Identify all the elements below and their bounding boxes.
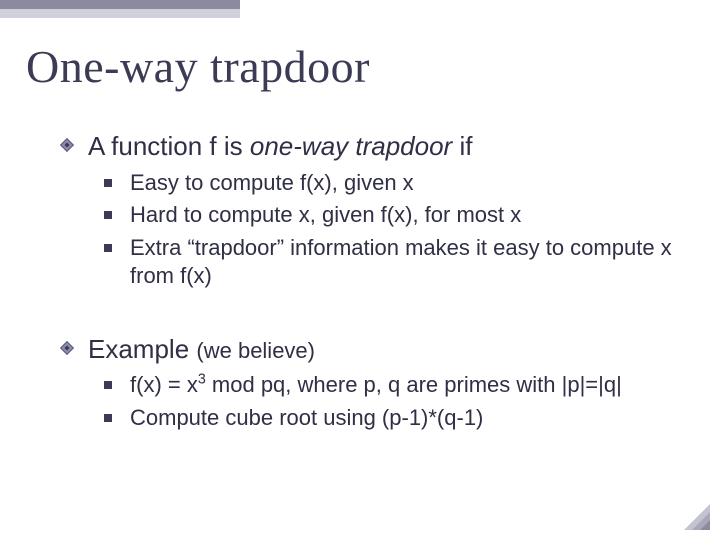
- square-icon: [104, 211, 112, 219]
- slide: One-way trapdoor A function f is one-way…: [0, 0, 720, 540]
- section2-lead: Example (we believe): [88, 333, 315, 366]
- section1-sublist: Easy to compute f(x), given x Hard to co…: [104, 169, 692, 291]
- top-accent-light: [0, 9, 240, 18]
- bullet-level1: A function f is one-way trapdoor if: [58, 130, 692, 163]
- square-icon: [104, 414, 112, 422]
- slide-body: A function f is one-way trapdoor if Easy…: [58, 120, 692, 437]
- section1-lead: A function f is one-way trapdoor if: [88, 130, 472, 163]
- section1-lead-post: if: [452, 131, 472, 161]
- section2-sublist: f(x) = x3 mod pq, where p, q are primes …: [104, 371, 692, 432]
- section2-lead-main: Example: [88, 334, 196, 364]
- section2-item-a-sup: 3: [198, 372, 206, 388]
- list-item: Extra “trapdoor” information makes it ea…: [104, 234, 692, 291]
- section2-item-a-post: mod pq, where p, q are primes with |p|=|…: [206, 372, 622, 397]
- diamond-icon: [58, 136, 76, 154]
- list-item: Easy to compute f(x), given x: [104, 169, 692, 198]
- bullet-level1: Example (we believe): [58, 333, 692, 366]
- list-item: Compute cube root using (p-1)*(q-1): [104, 404, 692, 433]
- square-icon: [104, 381, 112, 389]
- section1-lead-italic: one-way trapdoor: [250, 131, 452, 161]
- list-item: f(x) = x3 mod pq, where p, q are primes …: [104, 371, 692, 400]
- section2-lead-paren: (we believe): [196, 338, 315, 363]
- diamond-icon: [58, 339, 76, 357]
- slide-title: One-way trapdoor: [26, 40, 370, 93]
- section1-item-1: Hard to compute x, given f(x), for most …: [130, 201, 521, 230]
- section2-item-1: Compute cube root using (p-1)*(q-1): [130, 404, 483, 433]
- corner-ornament-icon: [684, 504, 710, 530]
- top-accent-dark: [0, 0, 240, 9]
- square-icon: [104, 179, 112, 187]
- top-accent-bar: [0, 0, 240, 18]
- square-icon: [104, 244, 112, 252]
- section2-item-a-pre: f(x) = x: [130, 372, 198, 397]
- section1-lead-pre: A function f is: [88, 131, 250, 161]
- section2-item-0: f(x) = x3 mod pq, where p, q are primes …: [130, 371, 622, 400]
- section1-item-0: Easy to compute f(x), given x: [130, 169, 414, 198]
- section1-item-2: Extra “trapdoor” information makes it ea…: [130, 234, 690, 291]
- list-item: Hard to compute x, given f(x), for most …: [104, 201, 692, 230]
- spacer: [58, 295, 692, 323]
